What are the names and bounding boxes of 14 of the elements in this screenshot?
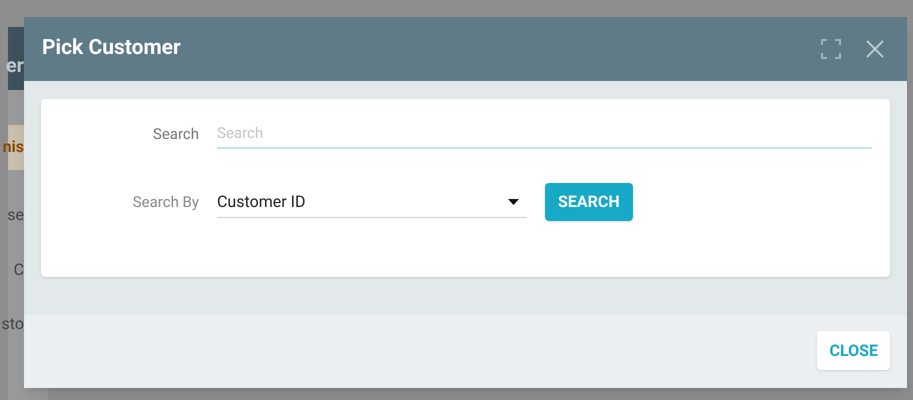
search-button[interactable]: SEARCH bbox=[545, 183, 633, 221]
background-text: se bbox=[7, 204, 24, 226]
background-text: C bbox=[14, 259, 24, 281]
close-button[interactable]: CLOSE bbox=[817, 331, 890, 370]
background-text: nis bbox=[2, 136, 24, 158]
fullscreen-icon[interactable] bbox=[821, 39, 841, 59]
close-icon[interactable] bbox=[865, 39, 885, 59]
background-text: sto bbox=[2, 313, 24, 335]
dialog-title: Pick Customer bbox=[42, 35, 181, 62]
search-field[interactable]: Search bbox=[217, 119, 872, 149]
search-by-dropdown[interactable]: Customer ID bbox=[217, 186, 527, 218]
search-by-label: Search By bbox=[132, 192, 200, 213]
dropdown-caret-icon bbox=[508, 198, 519, 204]
search-label: Search bbox=[152, 124, 200, 145]
